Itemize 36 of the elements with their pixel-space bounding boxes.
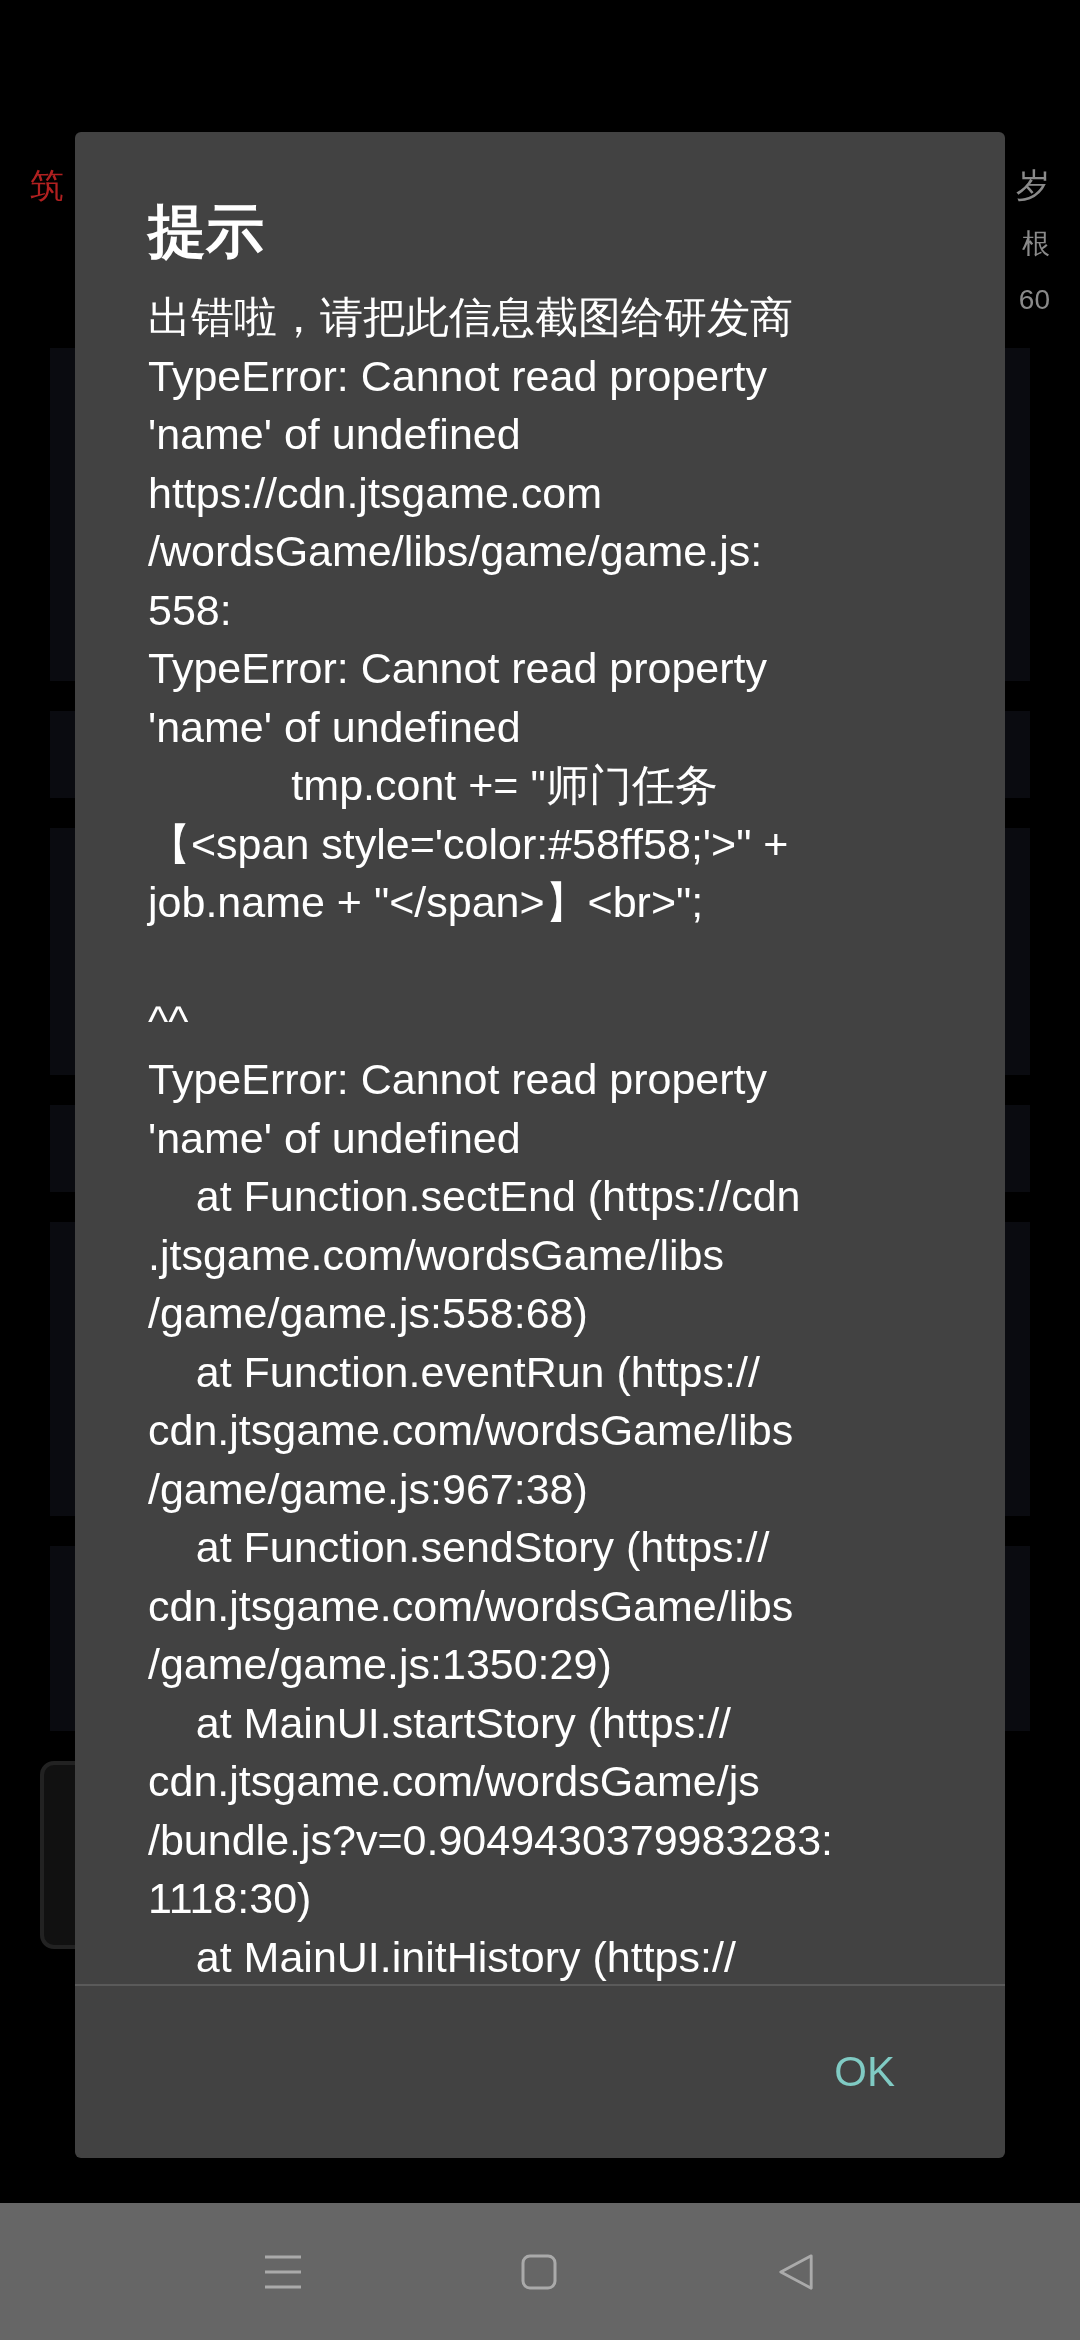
error-text-line: /bundle.js?v=0.9049430379983283: [148,1814,834,1866]
error-text-line: /wordsGame/libs/game/game.js: [148,526,763,577]
error-text-line: at Function.sendStory (https:// [194,1522,770,1573]
error-text-line: at Function.sectEnd (https://cdn [194,1171,801,1222]
error-text-line: at MainUI.startStory (https:// [194,1697,732,1749]
info-text: 根 [1022,227,1050,261]
error-text-line: tmp.cont += "师门任务 [290,760,718,811]
error-text-line: /game/game.js:558:68) [148,1288,588,1339]
error-text-line: 1118:30) [148,1873,312,1924]
error-text-line: 558: [148,584,232,636]
error-text-line: job.name + "</span>】<br>"; [148,877,704,928]
error-text-line: TypeError: Cannot read property [148,1054,768,1105]
menu-icon[interactable] [265,2254,301,2289]
error-text-line: ^^ [148,995,189,1047]
error-text-line: https://cdn.jtsgame.com [148,467,603,519]
error-text-line: TypeError: Cannot read property [148,350,768,402]
error-text-line: at Function.eventRun (https:// [194,1346,760,1398]
error-text-line: TypeError: Cannot read property [148,643,768,694]
error-text-line: /game/game.js:967:38) [148,1463,588,1515]
error-text-line: 'name' of undefined [148,1112,521,1164]
dialog-title: 提示 [146,197,264,265]
realm-text: 筑 [30,165,64,206]
error-text-line: cdn.jtsgame.com/wordsGame/libs [148,1405,794,1456]
error-text-line: /game/game.js:1350:29) [148,1639,612,1690]
error-text-line: 出错啦，请把此信息截图给研发商 [148,292,793,343]
ok-button[interactable]: OK [824,2038,905,2106]
error-text-line: .jtsgame.com/wordsGame/libs [148,1229,724,1281]
error-text-line: cdn.jtsgame.com/wordsGame/js [148,1756,760,1807]
error-text-line: 'name' of undefined [148,409,521,460]
error-text-line: cdn.jtsgame.com/wordsGame/libs [148,1580,794,1632]
home-icon[interactable] [521,2253,557,2290]
error-text-line: 【<span style='color:#58ff58;'>" + [148,818,789,870]
info-text: 60 [1018,284,1050,316]
error-text-line: 'name' of undefined [148,701,521,753]
info-text: 岁 [1016,165,1050,206]
error-text-line: at MainUI.initHistory (https:// [194,1931,736,1983]
